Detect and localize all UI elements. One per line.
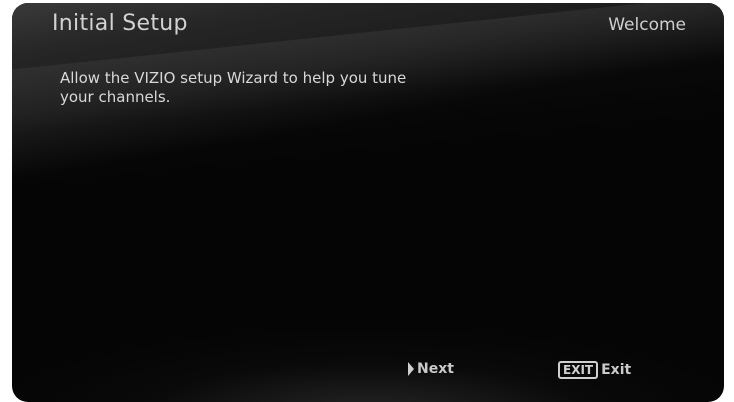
next-label: Next [417,361,454,377]
page-title: Initial Setup [52,11,188,36]
exit-label: Exit [601,362,632,378]
top-sheen [12,3,724,402]
wizard-message: Allow the VIZIO setup Wizard to help you… [60,69,407,106]
breadcrumb: Welcome [608,15,686,35]
exit-key-icon: EXIT [558,361,599,379]
play-arrow-icon [408,362,414,376]
exit-button[interactable]: EXIT Exit [558,361,631,379]
next-button[interactable]: Next [408,361,454,377]
setup-dialog: Initial Setup Welcome Allow the VIZIO se… [12,3,724,402]
